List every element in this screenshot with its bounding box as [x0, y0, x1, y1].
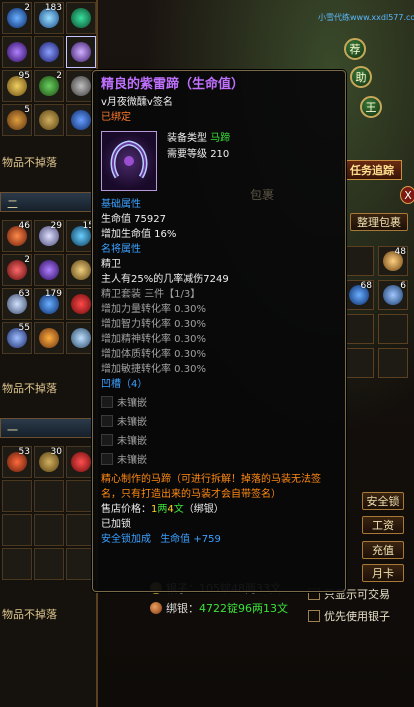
- no-drop-label: 物品不掉落: [2, 608, 57, 621]
- mid-item-grid: 46 29 15 2 63 179 55: [0, 218, 98, 356]
- item-slot[interactable]: [2, 548, 32, 580]
- set-count: 三件【1/3】: [144, 289, 201, 300]
- set-bonus: 增加体质转化率 0.30%: [101, 349, 206, 360]
- item-slot[interactable]: 2: [2, 2, 32, 34]
- item-slot[interactable]: 2: [34, 70, 64, 102]
- safe-lock-bonus: 安全锁加成 生命值 +759: [101, 534, 221, 545]
- sort-bag-button[interactable]: 整理包裹: [350, 213, 408, 231]
- bag-slot[interactable]: [344, 246, 374, 276]
- set-bonus: 增加敏捷转化率 0.30%: [101, 364, 206, 375]
- empty-socket-icon: [101, 395, 113, 408]
- sell-price: 售店价格：1两4文（绑银）: [101, 504, 224, 515]
- bag-slot[interactable]: [344, 314, 374, 344]
- empty-socket-icon: [101, 414, 113, 427]
- bag-slot[interactable]: [344, 348, 374, 378]
- item-slot[interactable]: [34, 322, 64, 354]
- equip-info: 装备类型 马蹄 需要等级 210: [167, 131, 230, 163]
- item-slot[interactable]: 5: [2, 104, 32, 136]
- hp-line: 生命值 75927: [101, 214, 166, 225]
- hp-pct-line: 增加生命值 16%: [101, 229, 177, 240]
- socket-row: 未镶嵌: [101, 392, 339, 411]
- set-bonus: 增加力量转化率 0.30%: [101, 304, 206, 315]
- item-attributes: 基础属性 生命值 75927 增加生命值 16% 名将属性 精卫 主人有25%的…: [101, 197, 339, 547]
- item-slot[interactable]: 95: [2, 70, 32, 102]
- set-label: 精卫套装: [101, 289, 141, 300]
- section-header[interactable]: 二: [0, 192, 98, 212]
- level-label: 需要等级: [167, 149, 207, 160]
- bag-slot[interactable]: 6: [378, 280, 408, 310]
- equip-type-value: 马蹄: [210, 133, 231, 144]
- item-slot[interactable]: [2, 36, 32, 68]
- set-bonus: 增加精神转化率 0.30%: [101, 334, 206, 345]
- no-drop-label: 物品不掉落: [2, 382, 57, 395]
- owner-effect: 主人有25%的几率减伤7249: [101, 274, 229, 285]
- recharge-button[interactable]: 充值: [362, 541, 404, 559]
- item-slot[interactable]: 55: [2, 322, 32, 354]
- item-slot[interactable]: 46: [2, 220, 32, 252]
- item-slot-selected[interactable]: [66, 36, 96, 68]
- recommend-button[interactable]: 荐: [344, 38, 366, 60]
- sockets-header: 凹槽（4）: [101, 379, 148, 390]
- item-signature: v月夜微醺v签名: [101, 97, 173, 108]
- item-slot[interactable]: 29: [34, 220, 64, 252]
- prefer-silver-toggle[interactable]: 优先使用银子: [308, 608, 390, 624]
- section-header[interactable]: 一: [0, 418, 98, 438]
- level-value: 210: [210, 149, 230, 160]
- monthly-card-button[interactable]: 月卡: [362, 564, 404, 582]
- bag-title: 包裹: [250, 188, 275, 202]
- jingwei-label: 精卫: [101, 259, 121, 270]
- socket-row: 未镶嵌: [101, 430, 339, 449]
- left-inventory-panel: 2 183 95 2 5 物品不掉落 二 46 29 15 2 63 179 5…: [0, 0, 98, 707]
- item-slot[interactable]: 53: [2, 446, 32, 478]
- base-attr-header: 基础属性: [101, 199, 141, 210]
- bag-slot[interactable]: 68: [344, 280, 374, 310]
- bag-slot[interactable]: 48: [378, 246, 408, 276]
- checkbox[interactable]: [308, 610, 320, 622]
- item-slot[interactable]: [66, 2, 96, 34]
- top-item-grid: 2 183 95 2 5: [0, 0, 98, 138]
- no-drop-label: 物品不掉落: [2, 156, 57, 169]
- salary-button[interactable]: 工资: [362, 516, 404, 534]
- bound-status: 已绑定: [101, 112, 131, 123]
- item-slot[interactable]: [34, 548, 64, 580]
- item-slot[interactable]: [34, 36, 64, 68]
- item-tooltip: 精良的紫雷蹄（生命值） v月夜微醺v签名 已绑定 装备类型 马蹄 需要等级 21…: [92, 70, 346, 592]
- item-slot[interactable]: [34, 104, 64, 136]
- empty-socket-icon: [101, 433, 113, 446]
- item-slot[interactable]: 2: [2, 254, 32, 286]
- item-slot[interactable]: [2, 480, 32, 512]
- item-slot[interactable]: [34, 514, 64, 546]
- horseshoe-item-icon: [101, 131, 157, 191]
- bound-silver-icon: [150, 602, 162, 614]
- equip-type-label: 装备类型: [167, 133, 207, 144]
- item-slot[interactable]: 63: [2, 288, 32, 320]
- king-button[interactable]: 王: [360, 96, 382, 118]
- bag-grid: 48 68 6: [344, 246, 408, 378]
- set-bonus: 增加智力转化率 0.30%: [101, 319, 206, 330]
- item-slot[interactable]: [34, 480, 64, 512]
- item-description: 精心制作的马蹄（可进行拆解！掉落的马装无法签名，只有打造出来的马装才会自带签名）: [101, 474, 321, 500]
- locked-status: 已加锁: [101, 519, 131, 530]
- empty-socket-icon: [101, 452, 113, 465]
- close-icon[interactable]: X: [400, 186, 414, 204]
- bag-slot[interactable]: [378, 348, 408, 378]
- item-slot[interactable]: 30: [34, 446, 64, 478]
- socket-row: 未镶嵌: [101, 449, 339, 468]
- item-slot[interactable]: [2, 514, 32, 546]
- item-slot[interactable]: [34, 254, 64, 286]
- bag-slot[interactable]: [378, 314, 408, 344]
- socket-row: 未镶嵌: [101, 411, 339, 430]
- item-title: 精良的紫雷蹄（生命值）: [101, 77, 245, 92]
- famous-attr-header: 名将属性: [101, 244, 141, 255]
- help-button[interactable]: 助: [350, 66, 372, 88]
- low-item-grid: 53 30: [0, 444, 98, 582]
- item-slot[interactable]: 179: [34, 288, 64, 320]
- item-slot[interactable]: 183: [34, 2, 64, 34]
- task-tracking-tab[interactable]: 任务追踪: [342, 160, 402, 180]
- safety-lock-button[interactable]: 安全锁: [362, 492, 404, 510]
